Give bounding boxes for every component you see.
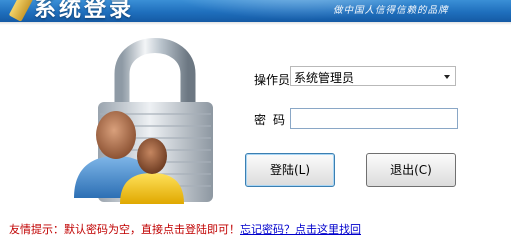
operator-select[interactable]: 系统管理员 bbox=[290, 66, 456, 86]
app-title: 系统登录 bbox=[34, 0, 135, 22]
operator-select-value: 系统管理员 bbox=[294, 71, 355, 85]
forgot-password-link[interactable]: 忘记密码？点击这里找回 bbox=[240, 223, 361, 236]
operator-label: 操作员 bbox=[254, 73, 291, 87]
password-label: 密码 bbox=[254, 113, 293, 127]
tagline: 做中国人信得信赖的品牌 bbox=[333, 5, 449, 16]
header-shadow bbox=[0, 22, 511, 25]
hint-text: 友情提示：默认密码为空，直接点击登陆即可！ bbox=[9, 223, 240, 236]
chevron-down-icon[interactable] bbox=[444, 75, 450, 79]
pen-icon bbox=[8, 0, 34, 22]
password-input[interactable] bbox=[290, 108, 458, 129]
header-banner: 系统登录 做中国人信得信赖的品牌 bbox=[0, 0, 511, 22]
login-button[interactable]: 登陆(L) bbox=[245, 153, 335, 187]
padlock-users-icon bbox=[74, 38, 213, 204]
exit-button[interactable]: 退出(C) bbox=[366, 153, 456, 187]
footer: 友情提示：默认密码为空，直接点击登陆即可！忘记密码？点击这里找回 bbox=[9, 221, 361, 237]
